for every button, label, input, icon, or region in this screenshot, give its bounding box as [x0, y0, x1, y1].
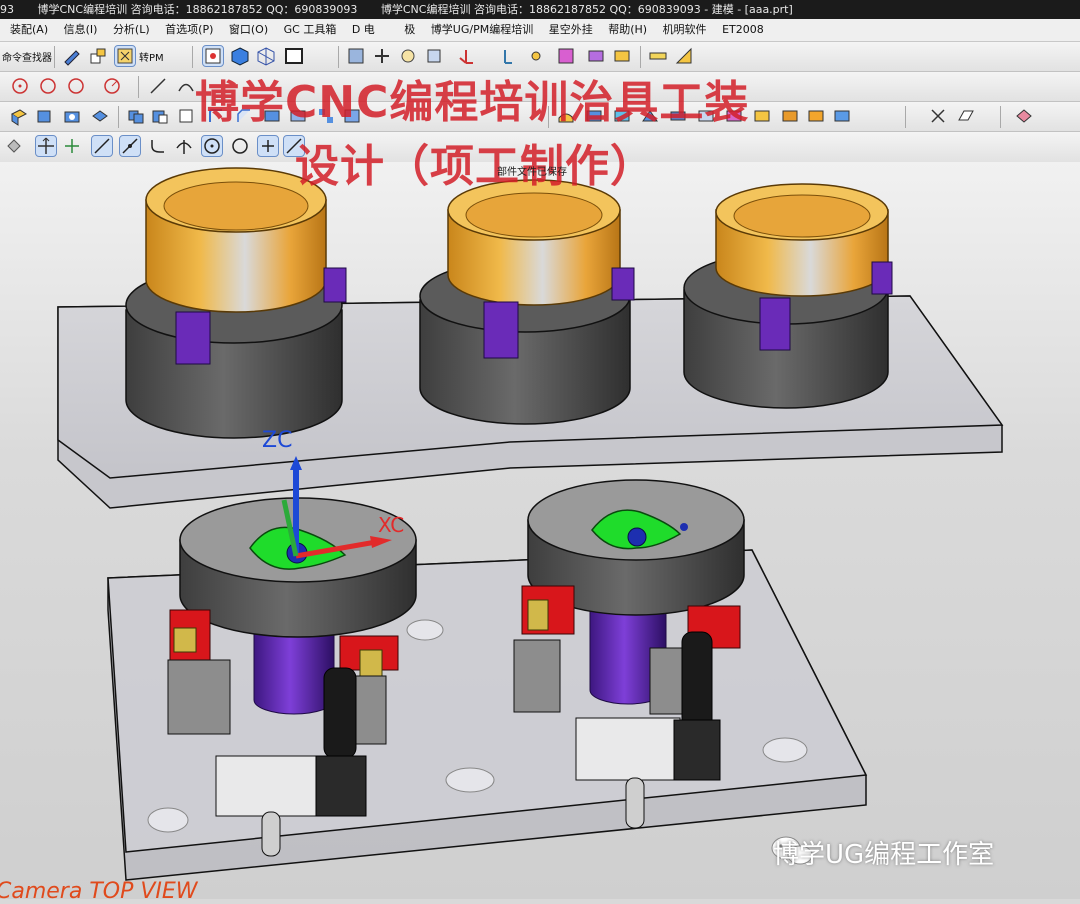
revolve-icon[interactable]: [34, 106, 54, 126]
wcs-icon[interactable]: [456, 46, 476, 66]
fit-view-icon[interactable]: [202, 45, 224, 67]
delete-face-icon[interactable]: [832, 106, 852, 126]
toolbar-separator: [338, 46, 339, 68]
arc-icon[interactable]: [102, 76, 122, 96]
command-finder-button[interactable]: 命令查找器: [2, 49, 52, 64]
watermark-text: 博学UG编程工作室: [773, 840, 995, 870]
toolbar-separator: [138, 76, 139, 98]
hole-icon[interactable]: [62, 106, 82, 126]
unite-icon[interactable]: [126, 106, 146, 126]
spline-icon[interactable]: [176, 76, 196, 96]
graphics-viewport[interactable]: [0, 162, 1080, 899]
end-point-icon[interactable]: [91, 135, 113, 157]
convert-pm-icon[interactable]: [114, 45, 136, 67]
menu-info[interactable]: 信息(I): [58, 19, 104, 41]
menu-analysis[interactable]: 分析(L): [107, 19, 156, 41]
arc-center-icon[interactable]: [201, 135, 223, 157]
snap-plane-icon[interactable]: [956, 106, 976, 126]
show-icon[interactable]: [612, 46, 632, 66]
extrude-icon[interactable]: [8, 106, 28, 126]
subtract-icon[interactable]: [150, 106, 170, 126]
menu-electrode[interactable]: D 电: [346, 19, 381, 41]
snap-settings-icon[interactable]: [4, 136, 24, 156]
toolbar-separator: [905, 106, 906, 128]
circle-center-icon[interactable]: [10, 76, 30, 96]
trim-sheet-icon[interactable]: [752, 106, 772, 126]
point-icon[interactable]: [526, 46, 546, 66]
toolbar-separator: [192, 46, 193, 68]
edit-object-icon[interactable]: [424, 46, 444, 66]
mid-point-icon[interactable]: [119, 135, 141, 157]
axis-label-zc: ZC: [262, 428, 293, 453]
chuck-right: [683, 183, 893, 409]
menu-assembly[interactable]: 装配(A): [4, 19, 54, 41]
circle-3pt-icon[interactable]: [66, 76, 86, 96]
overlay-title-line-1: 博学CNC编程培训治具工装: [195, 77, 750, 128]
chuck-left: [125, 167, 347, 439]
fixture-model-scene[interactable]: [0, 162, 1080, 899]
toolbar-separator: [54, 46, 55, 68]
replace-face-icon[interactable]: [806, 106, 826, 126]
menu-gc-toolkit[interactable]: GC 工具箱: [278, 19, 343, 41]
measure-angle-icon[interactable]: [674, 46, 694, 66]
title-segment-1: 93: [0, 3, 14, 16]
menu-preferences[interactable]: 首选项(P): [159, 19, 219, 41]
menu-xingkong-plugin[interactable]: 星空外挂: [543, 19, 599, 41]
enlarge-icon[interactable]: [780, 106, 800, 126]
overlay-title-line-2: 设计（项工制作）: [295, 141, 655, 192]
axis-label-xc: XC: [378, 513, 405, 537]
menu-jiming-software[interactable]: 机明软件: [657, 19, 713, 41]
menu-window[interactable]: 窗口(O): [223, 19, 274, 41]
chuck-middle: [419, 179, 635, 425]
datum-csys-icon[interactable]: [495, 46, 515, 66]
wireframe-cube-icon[interactable]: [256, 46, 276, 66]
quadrant-point-icon[interactable]: [230, 136, 250, 156]
intersect-icon[interactable]: [176, 106, 196, 126]
menu-boxue-training[interactable]: 博学UG/PM编程培训: [425, 19, 539, 41]
intersection-point-icon[interactable]: [174, 136, 194, 156]
select-all-icon[interactable]: [35, 135, 57, 157]
menu-ji[interactable]: 极: [398, 19, 421, 41]
circle-tangent-icon[interactable]: [38, 76, 58, 96]
menu-help[interactable]: 帮助(H): [602, 19, 653, 41]
transform-icon[interactable]: [398, 46, 418, 66]
menu-et2008[interactable]: ET2008: [716, 19, 770, 41]
sketch-icon[interactable]: [88, 46, 108, 66]
background-icon[interactable]: [284, 46, 304, 66]
pencil-icon[interactable]: [62, 46, 82, 66]
selection-filter-icon[interactable]: [1014, 106, 1034, 126]
hide-icon[interactable]: [586, 46, 606, 66]
move-handle-icon[interactable]: [62, 136, 82, 156]
status-save-hint: 部件文件已保存: [497, 167, 567, 178]
control-point-icon[interactable]: [148, 136, 168, 156]
move-object-icon[interactable]: [372, 46, 392, 66]
convert-pm-button[interactable]: 转PM: [139, 49, 164, 64]
title-segment-3: 博学CNC编程培训 咨询电话：18862187852 QQ：690839093 …: [380, 3, 793, 16]
existing-point-icon[interactable]: [257, 135, 279, 157]
color-icon[interactable]: [556, 46, 576, 66]
menu-bar: 装配(A) 信息(I) 分析(L) 首选项(P) 窗口(O) GC 工具箱 D …: [0, 19, 1080, 42]
snap-point-icon[interactable]: [928, 106, 948, 126]
title-bar: 93 博学CNC编程培训 咨询电话：18862187852 QQ：6908390…: [0, 0, 1080, 19]
boss-icon[interactable]: [90, 106, 110, 126]
toolbar-separator: [118, 106, 119, 128]
measure-distance-icon[interactable]: [648, 46, 668, 66]
view-name-label: Camera TOP VIEW: [0, 879, 198, 904]
shaded-cube-icon[interactable]: [230, 46, 250, 66]
toolbar-separator: [1000, 106, 1001, 128]
title-segment-2: 博学CNC编程培训 咨询电话：18862187852 QQ：690839093: [37, 3, 358, 16]
layer-icon[interactable]: [346, 46, 366, 66]
toolbar-separator: [640, 46, 641, 68]
line-icon[interactable]: [148, 76, 168, 96]
